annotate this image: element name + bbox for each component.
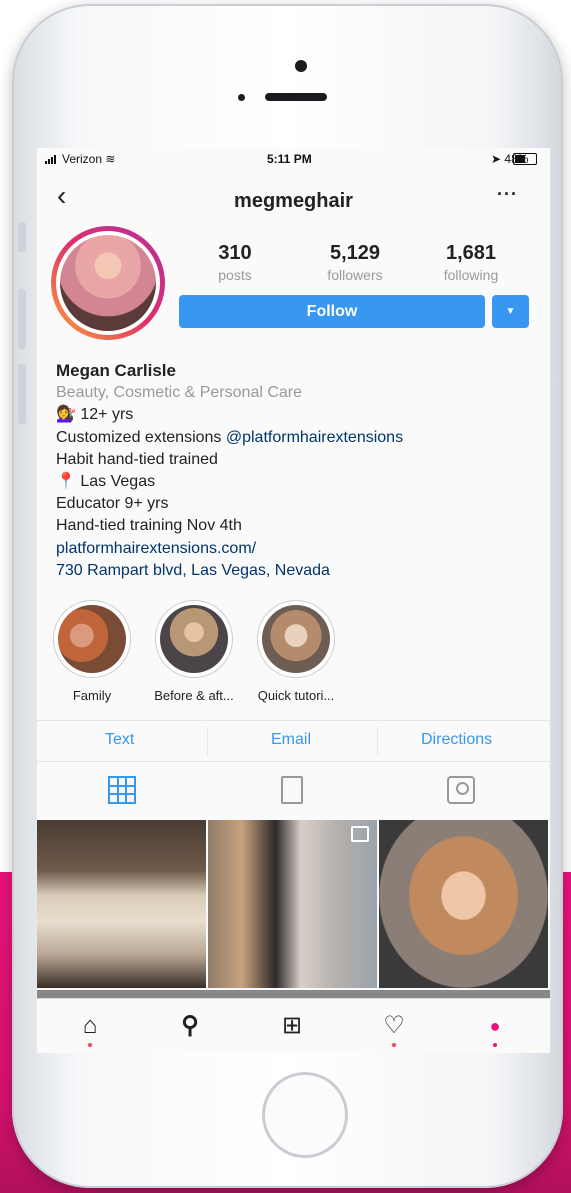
- profile-tabs: [37, 762, 550, 816]
- suggested-dropdown-button[interactable]: ▼: [492, 295, 529, 328]
- highlight-label: Family: [72, 688, 112, 703]
- posts-label: posts: [218, 267, 252, 283]
- search-icon[interactable]: ⚲: [173, 1011, 207, 1045]
- highlight-cover: [257, 600, 335, 678]
- tagged-icon[interactable]: [447, 776, 475, 804]
- bio-line-6: Hand-tied training Nov 4th: [56, 517, 242, 535]
- signal-icon: [45, 155, 59, 164]
- highlight-cover: [155, 600, 233, 678]
- avatar: [56, 231, 160, 335]
- battery-fill: [515, 155, 525, 163]
- directions-button[interactable]: Directions: [421, 731, 492, 749]
- bio-line-5: Educator 9+ yrs: [56, 495, 169, 513]
- bio-address-link[interactable]: 730 Rampart blvd, Las Vegas, Nevada: [56, 560, 536, 582]
- profile-category: Beauty, Cosmetic & Personal Care: [56, 384, 303, 402]
- text-button[interactable]: Text: [105, 731, 134, 749]
- bio-line-4: Las Vegas: [80, 473, 156, 491]
- notification-dot: [88, 1043, 92, 1047]
- heart-icon[interactable]: ♡: [377, 1011, 411, 1045]
- highlight-cover: [53, 600, 131, 678]
- location-icon: ➤: [491, 152, 502, 166]
- earpiece-speaker: [265, 93, 327, 101]
- notification-dot: [392, 1043, 396, 1047]
- status-bar: Verizon ≋ 5:11 PM ➤ 48%: [37, 148, 550, 170]
- post-grid-next-row: [37, 990, 550, 998]
- carrier: Verizon ≋: [45, 152, 115, 166]
- highlight-quick-tutorial[interactable]: Quick tutori...: [246, 600, 346, 703]
- grid-icon[interactable]: [108, 776, 136, 804]
- followers-count: 5,129: [329, 242, 381, 264]
- home-icon[interactable]: ⌂: [73, 1011, 107, 1045]
- stat-posts[interactable]: 310 posts: [185, 242, 285, 283]
- proximity-sensor: [238, 94, 245, 101]
- posts-count: 310: [218, 242, 252, 264]
- profile-header: ‹ megmeghair ···: [37, 174, 550, 224]
- mute-switch: [18, 222, 26, 252]
- wifi-icon: ≋: [105, 152, 116, 166]
- stat-following[interactable]: 1,681 following: [421, 242, 521, 283]
- bio-line-2: Customized extensions: [56, 428, 226, 446]
- highlight-family[interactable]: Family: [42, 600, 142, 703]
- bio-line-location: 📍 Las Vegas: [56, 471, 536, 493]
- following-label: following: [443, 267, 499, 283]
- bio-mention-link[interactable]: @platformhairextensions: [226, 429, 403, 446]
- volume-up-button: [18, 289, 26, 349]
- app-screen: Verizon ≋ 5:11 PM ➤ 48% ‹ megmeghair ···…: [37, 148, 550, 1053]
- profile-name: Megan Carlisle: [56, 361, 176, 380]
- followers-label: followers: [327, 267, 383, 283]
- pin-emoji: 📍: [56, 473, 76, 491]
- highlight-label: Before & aft...: [154, 688, 234, 703]
- chevron-down-icon: ▼: [505, 306, 516, 317]
- front-camera: [295, 60, 307, 72]
- highlight-before-after[interactable]: Before & aft...: [144, 600, 244, 703]
- carousel-icon: [351, 826, 369, 842]
- home-button[interactable]: [262, 1072, 348, 1158]
- follow-button[interactable]: Follow: [179, 295, 485, 328]
- more-icon[interactable]: ···: [497, 184, 518, 205]
- bio-line-3: Habit hand-tied trained: [56, 450, 218, 468]
- post-thumbnail[interactable]: [208, 820, 377, 988]
- email-button[interactable]: Email: [271, 731, 311, 749]
- bio-website-link[interactable]: platformhairextensions.com/: [56, 538, 536, 560]
- battery-icon: [513, 153, 537, 165]
- following-count: 1,681: [445, 242, 497, 264]
- clock: 5:11 PM: [267, 152, 312, 166]
- haircut-emoji: 💇‍♀️: [56, 406, 76, 424]
- highlight-label: Quick tutori...: [257, 688, 335, 703]
- contact-actions: Text Email Directions: [37, 720, 550, 762]
- profile-icon[interactable]: ●: [478, 1011, 512, 1045]
- avatar-photo: [60, 235, 156, 331]
- avatar-story-ring[interactable]: [51, 226, 165, 340]
- stat-followers[interactable]: 5,129 followers: [305, 242, 405, 283]
- post-thumbnail[interactable]: [379, 820, 548, 988]
- bio-line-1: 12+ yrs: [80, 406, 134, 424]
- list-icon[interactable]: [281, 776, 303, 804]
- divider: [377, 727, 378, 755]
- carrier-name: Verizon: [62, 152, 103, 166]
- divider: [207, 727, 208, 755]
- bottom-tab-bar: ⌂ ⚲ ⊞ ♡ ●: [37, 998, 550, 1053]
- bio-line-experience: 💇‍♀️ 12+ yrs: [56, 404, 536, 426]
- add-post-icon[interactable]: ⊞: [275, 1011, 309, 1045]
- story-highlights: Family Before & aft... Quick tutori...: [37, 600, 550, 710]
- active-tab-dot: [493, 1043, 497, 1047]
- volume-down-button: [18, 364, 26, 424]
- profile-bio: Megan Carlisle Beauty, Cosmetic & Person…: [56, 360, 536, 582]
- profile-username: megmeghair: [234, 190, 353, 212]
- bio-line-extensions: Customized extensions @platformhairexten…: [56, 427, 536, 449]
- post-grid: [37, 820, 550, 992]
- post-thumbnail[interactable]: [37, 820, 206, 988]
